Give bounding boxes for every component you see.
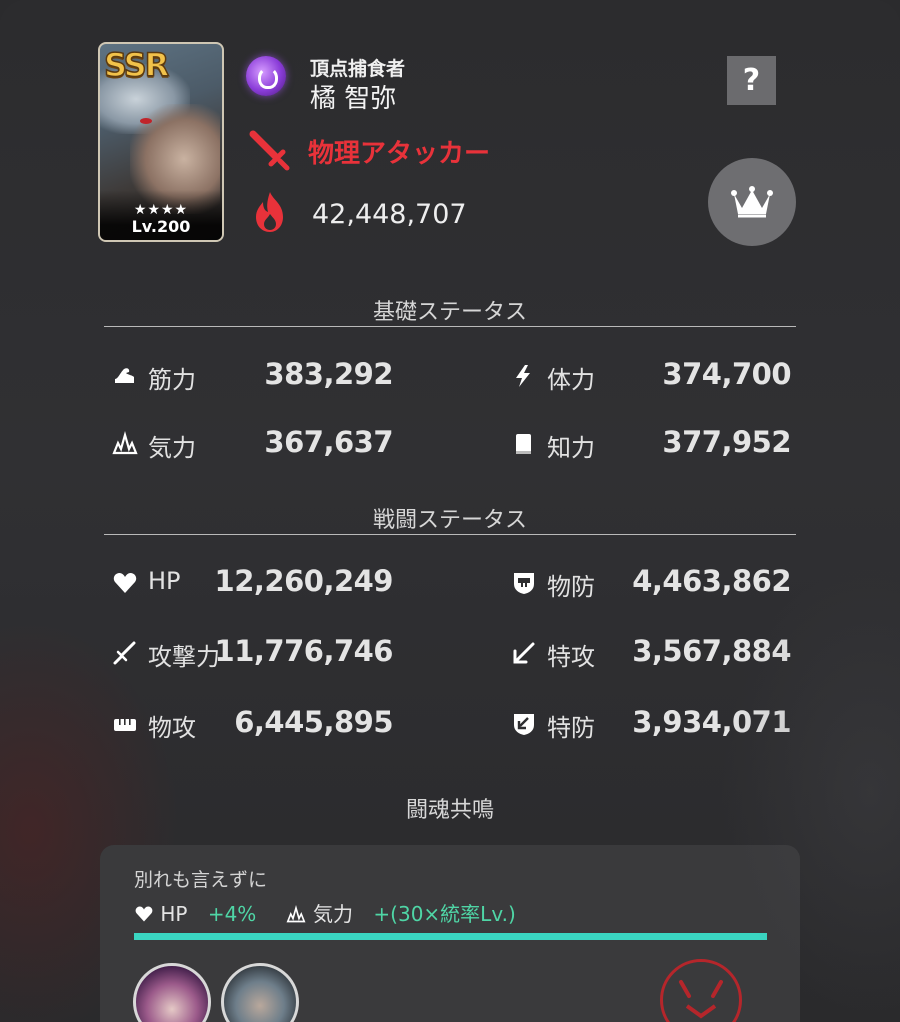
spirit-flame-icon [112, 431, 138, 455]
effect-hp-label: HP [160, 902, 188, 926]
character-detail-panel: SSR ★★★★ Lv.200 頂点捕食者 橘 智弥 物理アタッカー 42,44… [0, 0, 900, 1022]
effect-hp-value: +4% [207, 902, 257, 926]
stat-value: 3,934,071 [632, 705, 791, 739]
stat-label: 特攻 [547, 643, 595, 671]
character-title: 頂点捕食者 [310, 58, 406, 80]
stat-value: 383,292 [264, 357, 393, 391]
stat-stamina: 体力 374,700 [511, 355, 791, 395]
card-stars: ★★★★ [133, 202, 189, 218]
stat-value: 11,776,746 [214, 634, 394, 668]
stat-value: 6,445,895 [234, 705, 393, 739]
card-art-eye [140, 118, 152, 124]
stat-hp: HP 12,260,249 [112, 562, 394, 602]
role-label: 物理アタッカー [308, 139, 491, 169]
help-button[interactable]: ? [727, 56, 776, 105]
effect-spirit-value: +(30×統率Lv.) [373, 902, 516, 926]
resonance-box[interactable]: 別れも言えずに HP +4% 気力 +(30×統率Lv.) [100, 845, 800, 1022]
heart-icon [113, 573, 137, 593]
stat-value: 3,567,884 [632, 634, 791, 668]
battle-status-divider [104, 534, 796, 535]
stat-special-defense: 特防 3,934,071 [511, 703, 791, 743]
battle-status-heading: 戦闘ステータス [372, 508, 527, 533]
book-icon [516, 434, 531, 454]
attack-sword-icon [113, 641, 136, 665]
stat-value: 12,260,249 [214, 564, 394, 598]
special-defense-shield-icon [514, 714, 534, 735]
stat-physical-defense: 物防 4,463,862 [511, 562, 791, 602]
stat-value: 4,463,862 [632, 564, 791, 598]
avatar[interactable] [133, 963, 211, 1022]
stat-value: 377,952 [662, 425, 791, 459]
crown-icon [731, 186, 773, 218]
flame-icon [251, 190, 289, 238]
stat-label: 筋力 [148, 366, 196, 394]
stat-label: 攻撃力 [148, 643, 220, 671]
card-level: Lv.200 [131, 217, 191, 236]
physical-defense-shield-icon [514, 573, 534, 594]
crown-button[interactable] [708, 158, 796, 246]
resonance-heading: 闘魂共鳴 [405, 798, 494, 823]
stat-label: 気力 [148, 434, 196, 462]
stat-attack: 攻撃力 11,776,746 [112, 632, 394, 672]
stat-label: HP [148, 567, 181, 595]
sword-role-icon [247, 128, 291, 176]
attribute-icon [246, 56, 286, 96]
stamina-bolt-icon [516, 365, 530, 387]
resonance-name: 別れも言えずに [134, 869, 268, 891]
stat-spirit: 気力 367,637 [112, 423, 393, 463]
stat-value: 374,700 [662, 357, 791, 391]
special-attack-arrow-icon [513, 642, 535, 664]
avatar[interactable] [221, 963, 299, 1022]
basic-status-heading: 基礎ステータス [372, 300, 527, 325]
resonance-progress-fill [134, 933, 767, 940]
stat-special-attack: 特攻 3,567,884 [511, 632, 791, 672]
stat-label: 体力 [547, 366, 595, 394]
physical-attack-fist-icon [114, 719, 136, 731]
stat-label: 特防 [547, 714, 595, 742]
stat-physical-attack: 物攻 6,445,895 [112, 703, 393, 743]
heart-icon [135, 906, 153, 922]
stat-value: 367,637 [264, 425, 393, 459]
stat-intellect: 知力 377,952 [511, 423, 791, 463]
combat-power-value: 42,448,707 [312, 199, 467, 230]
basic-status-divider [104, 326, 796, 327]
strength-icon [115, 368, 134, 383]
stat-label: 物攻 [148, 714, 196, 742]
stat-label: 物防 [547, 573, 595, 601]
spirit-flame-icon [286, 904, 306, 923]
character-name: 橘 智弥 [310, 84, 397, 114]
resonance-effects: HP +4% 気力 +(30×統率Lv.) [134, 898, 516, 927]
stat-label: 知力 [547, 434, 595, 462]
effect-spirit-label: 気力 [313, 902, 354, 926]
demon-emblem-icon [660, 959, 742, 1022]
resonance-progress-bar [134, 933, 767, 940]
character-card[interactable]: SSR ★★★★ Lv.200 [98, 42, 224, 242]
rarity-badge: SSR [103, 45, 170, 85]
stat-strength: 筋力 383,292 [112, 355, 393, 395]
